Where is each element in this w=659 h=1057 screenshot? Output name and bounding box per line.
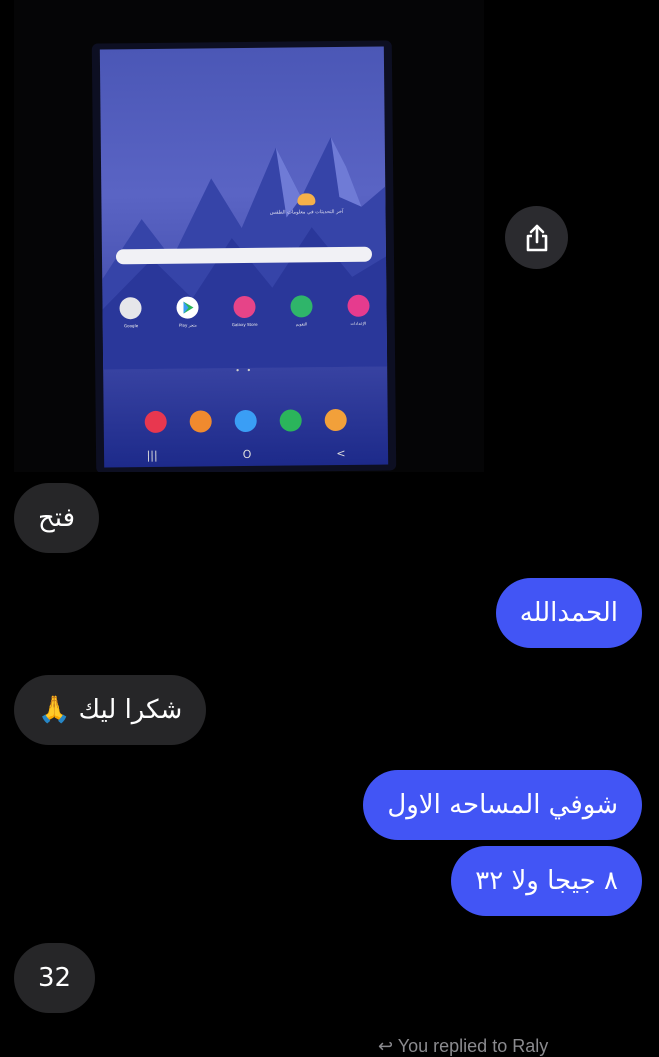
app-label: Google [124, 323, 139, 329]
app-label: التقويم [295, 321, 308, 327]
tablet-device: آخر التحديثات في معلومات الطقس Google Pl… [91, 40, 397, 472]
recents-nav-icon: ||| [146, 448, 158, 462]
message-text: 32 [38, 963, 72, 993]
message-text: فتح [38, 503, 76, 533]
reply-text: You replied to Raly [397, 1036, 549, 1056]
dock-apps-row [104, 408, 388, 434]
message-text: شوفي المساحه الاول [387, 790, 618, 820]
outgoing-message[interactable]: شوفي المساحه الاول [363, 770, 642, 840]
play-store-icon: Play متجر [176, 296, 199, 328]
page-indicator: • • [235, 365, 254, 376]
shared-photo[interactable]: آخر التحديثات في معلومات الطقس Google Pl… [14, 0, 484, 472]
app-label: Play متجر [178, 322, 197, 328]
share-button[interactable] [505, 206, 568, 269]
home-search-bar [115, 246, 373, 265]
weather-icon [297, 193, 316, 206]
home-apps-row: Google Play متجر Galaxy Store التقويم ال… [102, 294, 386, 328]
phone-icon [279, 409, 302, 432]
home-nav-icon: O [242, 447, 252, 461]
incoming-message[interactable]: 32 [14, 943, 96, 1013]
email-icon [324, 408, 347, 432]
wallpaper-mountains [102, 137, 388, 370]
reply-arrow-icon: ↩ [378, 1036, 394, 1056]
weather-widget: آخر التحديثات في معلومات الطقس [261, 193, 351, 216]
incoming-message[interactable]: فتح [14, 483, 100, 553]
back-nav-icon: < [336, 446, 346, 460]
calendar-icon: التقويم [290, 295, 313, 326]
outgoing-message[interactable]: ٨ جيجا ولا ٣٢ [451, 846, 642, 916]
google-app-icon: Google [119, 297, 143, 328]
app-label: الإعدادات [350, 320, 367, 326]
app-label: Galaxy Store [231, 321, 258, 328]
galaxy-store-icon: Galaxy Store [232, 295, 258, 327]
camera-icon [144, 410, 168, 434]
weather-text: آخر التحديثات في معلومات الطقس [269, 208, 344, 216]
reply-indicator: ↩ You replied to Raly [378, 1036, 548, 1057]
incoming-message[interactable]: شكرا ليك 🙏 [14, 675, 207, 745]
message-text: شكرا ليك 🙏 [38, 695, 183, 725]
tablet-nav-bar: ||| O < [104, 441, 388, 468]
tablet-screen: آخر التحديثات في معلومات الطقس Google Pl… [99, 46, 389, 468]
share-icon [526, 224, 547, 251]
message-text: ٨ جيجا ولا ٣٢ [475, 866, 618, 896]
contacts-icon [189, 410, 213, 433]
settings-icon: الإعدادات [346, 294, 370, 326]
message-text: الحمدالله [519, 598, 618, 628]
messages-icon [234, 409, 257, 433]
outgoing-message[interactable]: الحمدالله [495, 578, 642, 648]
